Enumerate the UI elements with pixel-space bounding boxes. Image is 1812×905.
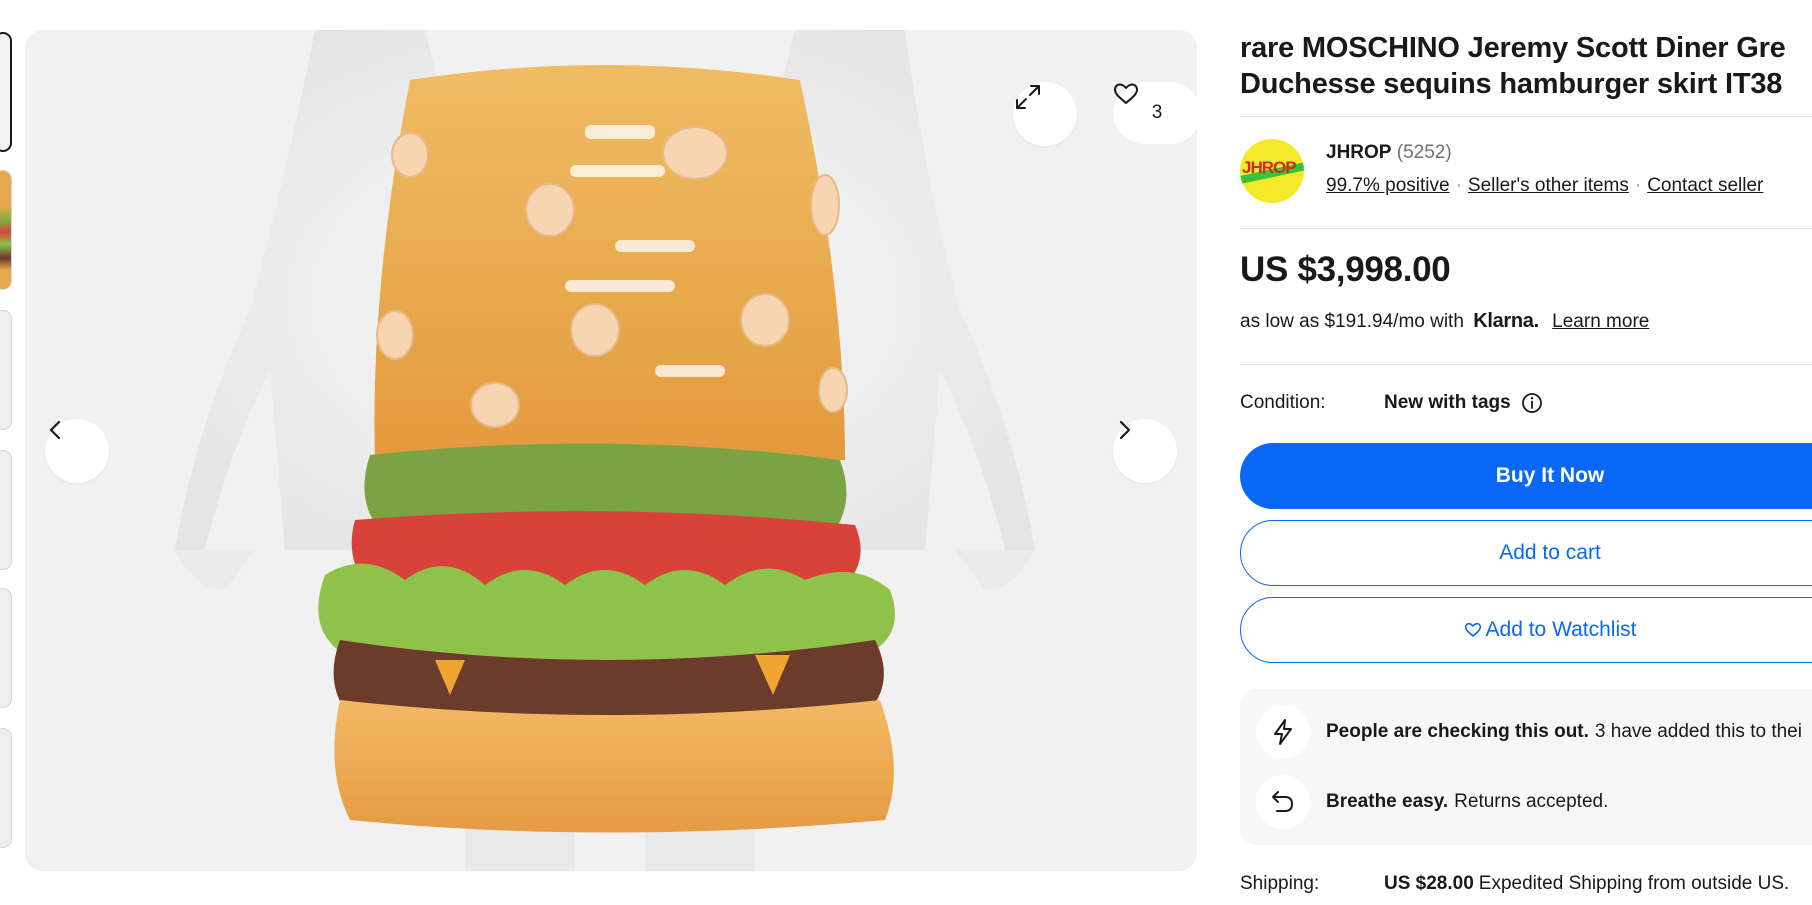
heart-icon bbox=[1464, 622, 1482, 638]
buy-it-now-button[interactable]: Buy It Now bbox=[1240, 443, 1812, 509]
add-to-cart-button[interactable]: Add to cart bbox=[1240, 520, 1812, 586]
financing-line: as low as $191.94/mo with Klarna. Learn … bbox=[1240, 310, 1649, 333]
separator-dot: · bbox=[1634, 175, 1642, 196]
chevron-left-icon bbox=[49, 420, 61, 440]
separator-dot: · bbox=[1455, 175, 1462, 196]
signal-text: Returns accepted. bbox=[1454, 791, 1609, 812]
divider bbox=[1240, 228, 1812, 229]
thumbnail-1[interactable] bbox=[0, 32, 12, 152]
condition-text: New with tags bbox=[1384, 392, 1511, 413]
seller-feedback-count: (5252) bbox=[1396, 142, 1452, 163]
thumbnail-2[interactable] bbox=[0, 170, 12, 290]
condition-value: New with tags bbox=[1384, 392, 1543, 414]
signal-text: 3 have added this to thei bbox=[1594, 721, 1802, 742]
shipping-value: US $28.00 Expedited Shipping from outside… bbox=[1384, 873, 1789, 895]
shipping-label: Shipping: bbox=[1240, 873, 1320, 894]
seller-avatar-text: JHROP bbox=[1242, 158, 1297, 177]
shipping-method: Expedited Shipping from outside US. bbox=[1478, 873, 1790, 894]
lightning-icon bbox=[1256, 705, 1310, 759]
signal-bold-text: People are checking this out. bbox=[1326, 721, 1589, 742]
listing-title-line-1: rare MOSCHINO Jeremy Scott Diner Gre bbox=[1240, 32, 1786, 64]
seller-links: 99.7% positive · Seller's other items · Cont… bbox=[1326, 175, 1763, 197]
add-to-watchlist-label: Add to Watchlist bbox=[1485, 618, 1637, 641]
klarna-logo: Klarna. bbox=[1473, 310, 1539, 332]
signal-row: People are checking this out. 3 have add… bbox=[1256, 705, 1802, 759]
info-icon[interactable] bbox=[1521, 392, 1543, 414]
previous-image-button[interactable] bbox=[45, 419, 109, 483]
thumbnail-5[interactable] bbox=[0, 588, 12, 708]
learn-more-link[interactable]: Learn more bbox=[1552, 311, 1649, 332]
product-image-gallery[interactable]: 3 bbox=[25, 30, 1197, 871]
watch-count: 3 bbox=[1151, 102, 1163, 123]
thumbnail-6[interactable] bbox=[0, 728, 12, 848]
thumbnail-3[interactable] bbox=[0, 310, 12, 430]
divider bbox=[1240, 116, 1812, 117]
heart-icon bbox=[1114, 83, 1138, 104]
shipping-price: US $28.00 bbox=[1384, 873, 1474, 894]
signal-row: Breathe easy. Returns accepted. bbox=[1256, 775, 1608, 829]
contact-seller-link[interactable]: Contact seller bbox=[1647, 175, 1763, 196]
condition-label: Condition: bbox=[1240, 392, 1326, 413]
price: US $3,998.00 bbox=[1240, 250, 1451, 289]
shipping-row: Shipping: US $28.00 Expedited Shipping fr… bbox=[1240, 873, 1789, 895]
watch-count-button[interactable]: 3 bbox=[1113, 82, 1197, 144]
product-image bbox=[25, 30, 1197, 871]
expand-icon bbox=[1016, 85, 1040, 109]
seller-other-items-link[interactable]: Seller's other items bbox=[1468, 175, 1629, 196]
chevron-right-icon bbox=[1119, 420, 1131, 440]
seller-name[interactable]: JHROP bbox=[1326, 142, 1391, 163]
listing-title-line-2: Duchesse sequins hamburger skirt IT38 bbox=[1240, 68, 1783, 100]
seller-name-line: JHROP (5252) bbox=[1326, 142, 1452, 164]
financing-text: as low as $191.94/mo with bbox=[1240, 311, 1464, 332]
divider bbox=[1240, 364, 1812, 365]
seller-positive-link[interactable]: 99.7% positive bbox=[1326, 175, 1450, 196]
expand-button[interactable] bbox=[1013, 82, 1077, 146]
return-arrow-icon bbox=[1256, 775, 1310, 829]
seller-avatar[interactable]: JHROP bbox=[1240, 139, 1304, 203]
product-info-panel: rare MOSCHINO Jeremy Scott Diner Gre Duc… bbox=[1240, 0, 1812, 905]
signals-box: People are checking this out. 3 have add… bbox=[1240, 689, 1812, 845]
signal-bold-text: Breathe easy. bbox=[1326, 791, 1449, 812]
listing-title: rare MOSCHINO Jeremy Scott Diner Gre Duc… bbox=[1240, 30, 1812, 102]
next-image-button[interactable] bbox=[1113, 419, 1177, 483]
thumbnail-4[interactable] bbox=[0, 450, 12, 570]
add-to-watchlist-button[interactable]: Add to Watchlist bbox=[1240, 597, 1812, 663]
